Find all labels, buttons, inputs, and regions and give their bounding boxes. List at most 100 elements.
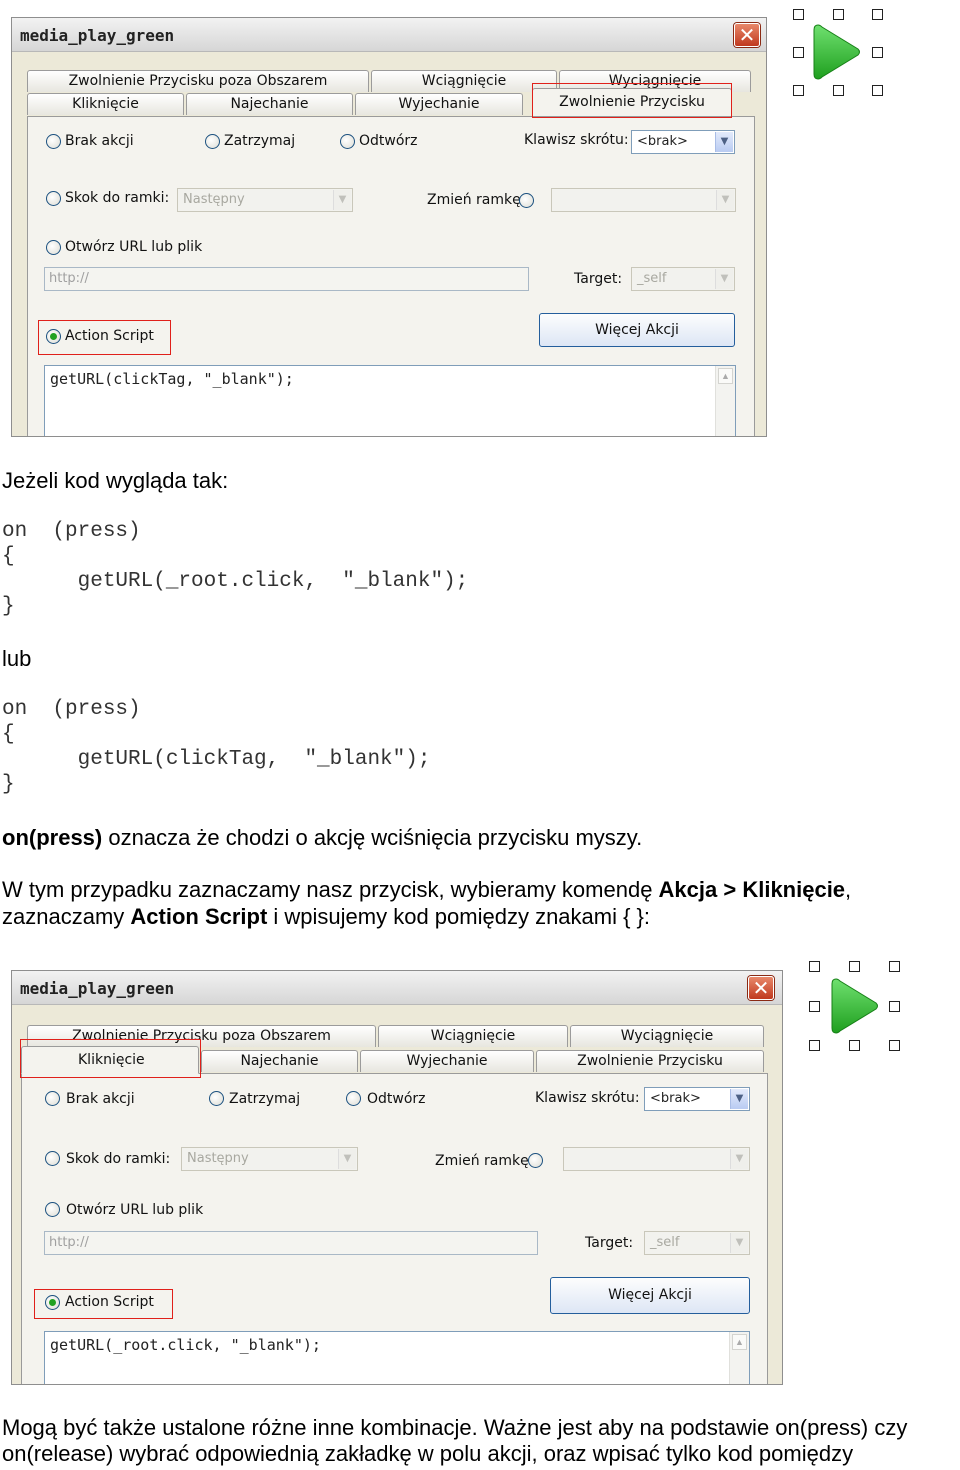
- chevron-down-icon: ▼: [730, 1089, 748, 1109]
- dialog-titlebar: media_play_green ✕: [12, 971, 782, 1005]
- selection-handle: [872, 85, 883, 96]
- code-scrollbar[interactable]: ▲: [715, 366, 735, 436]
- tab-drag-over[interactable]: Wciągnięcie: [378, 1025, 568, 1047]
- shortcut-select[interactable]: <brak> ▼: [631, 130, 735, 154]
- highlight-action-script: [34, 1289, 173, 1319]
- change-frame-label: Zmień ramkę:: [435, 1153, 534, 1169]
- play-icon: [831, 978, 878, 1034]
- paragraph-steps-line1: W tym przypadku zaznaczamy nasz przycisk…: [2, 877, 851, 903]
- close-icon[interactable]: ✕: [748, 976, 774, 1000]
- tab-roll-over[interactable]: Najechanie: [186, 93, 353, 115]
- play-icon: [813, 24, 860, 80]
- radio-play-label: Odtwórz: [367, 1091, 426, 1107]
- radio-stop[interactable]: [205, 134, 220, 149]
- radio-no-action[interactable]: [45, 1091, 60, 1106]
- chevron-down-icon: ▼: [730, 1233, 748, 1253]
- chevron-down-icon: ▼: [715, 132, 733, 152]
- shortcut-select[interactable]: <brak> ▼: [644, 1087, 750, 1111]
- selection-handle: [889, 961, 900, 972]
- radio-no-action[interactable]: [46, 134, 61, 149]
- highlight-action-script: [38, 320, 171, 355]
- scroll-up-icon[interactable]: ▲: [718, 368, 733, 384]
- button-symbol-preview-1: [793, 9, 887, 101]
- tab-drag-over[interactable]: Wciągnięcie: [371, 70, 557, 92]
- selection-handle: [833, 85, 844, 96]
- more-actions-button[interactable]: Więcej Akcji: [539, 313, 735, 347]
- paragraph-combinations-line1: Mogą być także ustalone różne inne kombi…: [2, 1415, 908, 1440]
- chevron-down-icon: ▼: [338, 1149, 356, 1169]
- tab-release-outside[interactable]: Zwolnienie Przycisku poza Obszarem: [27, 70, 369, 92]
- selection-handle: [793, 9, 804, 20]
- selection-handle: [889, 1001, 900, 1012]
- change-frame-label: Zmień ramkę:: [427, 192, 526, 208]
- radio-goto-frame[interactable]: [45, 1151, 60, 1166]
- tab-click[interactable]: Kliknięcie: [27, 93, 184, 115]
- radio-change-frame[interactable]: [528, 1153, 543, 1168]
- code-sample-2-line3: getURL(clickTag, "_blank");: [2, 748, 431, 771]
- steps-text-d: zaznaczamy: [2, 904, 131, 929]
- goto-frame-value: Następny: [183, 192, 245, 207]
- selection-handle: [809, 1040, 820, 1051]
- code-sample-1-line3: getURL(_root.click, "_blank");: [2, 570, 469, 593]
- code-scrollbar[interactable]: ▲: [729, 1332, 749, 1384]
- radio-open-url-label: Otwórz URL lub plik: [66, 1202, 204, 1218]
- tab-roll-out[interactable]: Wyjechanie: [355, 93, 523, 115]
- url-field[interactable]: http://: [44, 1231, 538, 1255]
- radio-open-url-label: Otwórz URL lub plik: [65, 239, 203, 255]
- radio-goto-frame-label: Skok do ramki:: [66, 1151, 171, 1167]
- code-sample-2-line4: }: [2, 773, 15, 796]
- onpress-desc: oznacza że chodzi o akcję wciśnięcia prz…: [102, 825, 643, 850]
- radio-goto-frame[interactable]: [46, 191, 61, 206]
- steps-text-a: W tym przypadku zaznaczamy nasz przycisk…: [2, 877, 659, 902]
- tab-roll-out[interactable]: Wyjechanie: [360, 1050, 534, 1072]
- radio-goto-frame-label: Skok do ramki:: [65, 190, 170, 206]
- shortcut-value: <brak>: [637, 134, 688, 149]
- radio-open-url[interactable]: [45, 1202, 60, 1217]
- radio-no-action-label: Brak akcji: [66, 1091, 135, 1107]
- tab-roll-over[interactable]: Najechanie: [201, 1050, 358, 1072]
- selection-handle: [889, 1040, 900, 1051]
- target-value: _self: [650, 1235, 680, 1250]
- shortcut-label: Klawisz skrótu:: [535, 1090, 640, 1106]
- change-frame-select[interactable]: ▼: [551, 188, 736, 212]
- chevron-down-icon: ▼: [730, 1149, 748, 1169]
- target-value: _self: [637, 271, 667, 286]
- radio-play-label: Odtwórz: [359, 133, 418, 149]
- radio-play[interactable]: [346, 1091, 361, 1106]
- radio-play[interactable]: [340, 134, 355, 149]
- intro-text: Jeżeli kod wygląda tak:: [2, 468, 229, 493]
- target-label: Target:: [585, 1235, 634, 1251]
- code-text: getURL(clickTag, "_blank");: [50, 370, 294, 388]
- chevron-down-icon: ▼: [716, 190, 734, 210]
- radio-stop[interactable]: [209, 1091, 224, 1106]
- highlight-release-tab: [532, 83, 732, 118]
- code-editor[interactable]: getURL(clickTag, "_blank"); ▲: [44, 365, 736, 436]
- chevron-down-icon: ▼: [715, 269, 733, 289]
- code-sample-2-line1: on (press): [2, 698, 141, 721]
- radio-stop-label: Zatrzymaj: [229, 1091, 301, 1107]
- radio-change-frame[interactable]: [519, 193, 534, 208]
- code-sample-1-line4: }: [2, 595, 15, 618]
- more-actions-button[interactable]: Więcej Akcji: [550, 1277, 750, 1314]
- highlight-click-tab: [20, 1039, 201, 1078]
- tab-release[interactable]: Zwolnienie Przycisku: [536, 1050, 764, 1072]
- scroll-up-icon[interactable]: ▲: [732, 1334, 747, 1350]
- tab-drag-out[interactable]: Wyciągnięcie: [570, 1025, 764, 1047]
- code-sample-1-line2: {: [2, 545, 15, 568]
- shortcut-value: <brak>: [650, 1091, 701, 1106]
- radio-open-url[interactable]: [46, 240, 61, 255]
- code-sample-1-line1: on (press): [2, 520, 141, 543]
- goto-frame-value: Następny: [187, 1151, 249, 1166]
- goto-frame-select[interactable]: Następny ▼: [177, 188, 353, 212]
- goto-frame-select[interactable]: Następny ▼: [181, 1147, 358, 1171]
- selection-handle: [872, 47, 883, 58]
- url-field[interactable]: http://: [44, 267, 529, 291]
- action-dialog-1: media_play_green ✕ Zwolnienie Przycisku …: [11, 17, 767, 437]
- close-icon[interactable]: ✕: [734, 23, 760, 47]
- change-frame-select[interactable]: ▼: [563, 1147, 750, 1171]
- paragraph-onpress: on(press) oznacza że chodzi o akcję wciś…: [2, 825, 642, 851]
- target-select[interactable]: _self ▼: [631, 267, 735, 291]
- target-select[interactable]: _self ▼: [644, 1231, 750, 1255]
- steps-menu-path: Akcja > Kliknięcie: [658, 877, 846, 902]
- code-editor[interactable]: getURL(_root.click, "_blank"); ▲: [44, 1331, 750, 1384]
